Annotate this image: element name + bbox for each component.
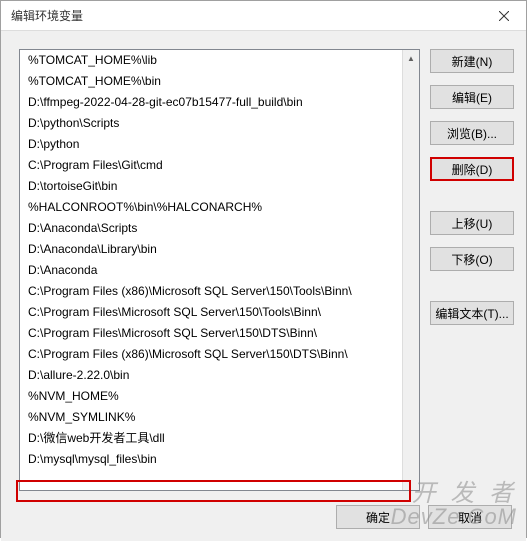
ok-button[interactable]: 确定 <box>336 505 420 529</box>
scrollbar[interactable]: ▲ <box>402 50 419 490</box>
list-item[interactable]: %TOMCAT_HOME%\bin <box>20 71 419 92</box>
list-item[interactable]: D:\Anaconda\Scripts <box>20 218 419 239</box>
list-item[interactable]: D:\Anaconda <box>20 260 419 281</box>
titlebar: 编辑环境变量 <box>1 1 526 31</box>
new-button[interactable]: 新建(N) <box>430 49 514 73</box>
list-item[interactable]: D:\ffmpeg-2022-04-28-git-ec07b15477-full… <box>20 92 419 113</box>
scroll-up-icon[interactable]: ▲ <box>403 50 419 67</box>
list-inner: %TOMCAT_HOME%\lib%TOMCAT_HOME%\binD:\ffm… <box>20 50 419 490</box>
browse-button[interactable]: 浏览(B)... <box>430 121 514 145</box>
list-item[interactable]: D:\mysql\mysql_files\bin <box>20 449 419 470</box>
moveup-button[interactable]: 上移(U) <box>430 211 514 235</box>
path-listbox[interactable]: %TOMCAT_HOME%\lib%TOMCAT_HOME%\binD:\ffm… <box>19 49 420 491</box>
close-icon <box>499 11 509 21</box>
cancel-button[interactable]: 取消 <box>428 505 512 529</box>
list-item[interactable]: C:\Program Files\Microsoft SQL Server\15… <box>20 302 419 323</box>
button-column: 新建(N) 编辑(E) 浏览(B)... 删除(D) 上移(U) 下移(O) 编… <box>430 49 514 491</box>
movedown-button[interactable]: 下移(O) <box>430 247 514 271</box>
delete-button[interactable]: 删除(D) <box>430 157 514 181</box>
list-item[interactable]: D:\tortoiseGit\bin <box>20 176 419 197</box>
list-item[interactable]: %HALCONROOT%\bin\%HALCONARCH% <box>20 197 419 218</box>
list-item[interactable]: D:\微信web开发者工具\dll <box>20 428 419 449</box>
list-item[interactable]: D:\Anaconda\Library\bin <box>20 239 419 260</box>
list-item[interactable]: D:\python\Scripts <box>20 113 419 134</box>
edittext-button[interactable]: 编辑文本(T)... <box>430 301 514 325</box>
list-item[interactable]: C:\Program Files\Git\cmd <box>20 155 419 176</box>
list-item[interactable]: C:\Program Files\Microsoft SQL Server\15… <box>20 323 419 344</box>
list-item[interactable]: %TOMCAT_HOME%\lib <box>20 50 419 71</box>
list-item[interactable]: C:\Program Files (x86)\Microsoft SQL Ser… <box>20 281 419 302</box>
list-item[interactable]: %NVM_SYMLINK% <box>20 407 419 428</box>
content-area: %TOMCAT_HOME%\lib%TOMCAT_HOME%\binD:\ffm… <box>1 31 526 499</box>
window-title: 编辑环境变量 <box>11 7 83 24</box>
list-item[interactable]: D:\allure-2.22.0\bin <box>20 365 419 386</box>
list-item[interactable]: D:\python <box>20 134 419 155</box>
footer: 确定 取消 <box>1 499 526 541</box>
list-item[interactable]: %NVM_HOME% <box>20 386 419 407</box>
dialog-window: 编辑环境变量 %TOMCAT_HOME%\lib%TOMCAT_HOME%\bi… <box>0 0 527 538</box>
edit-button[interactable]: 编辑(E) <box>430 85 514 109</box>
list-item[interactable]: C:\Program Files (x86)\Microsoft SQL Ser… <box>20 344 419 365</box>
close-button[interactable] <box>481 1 526 31</box>
